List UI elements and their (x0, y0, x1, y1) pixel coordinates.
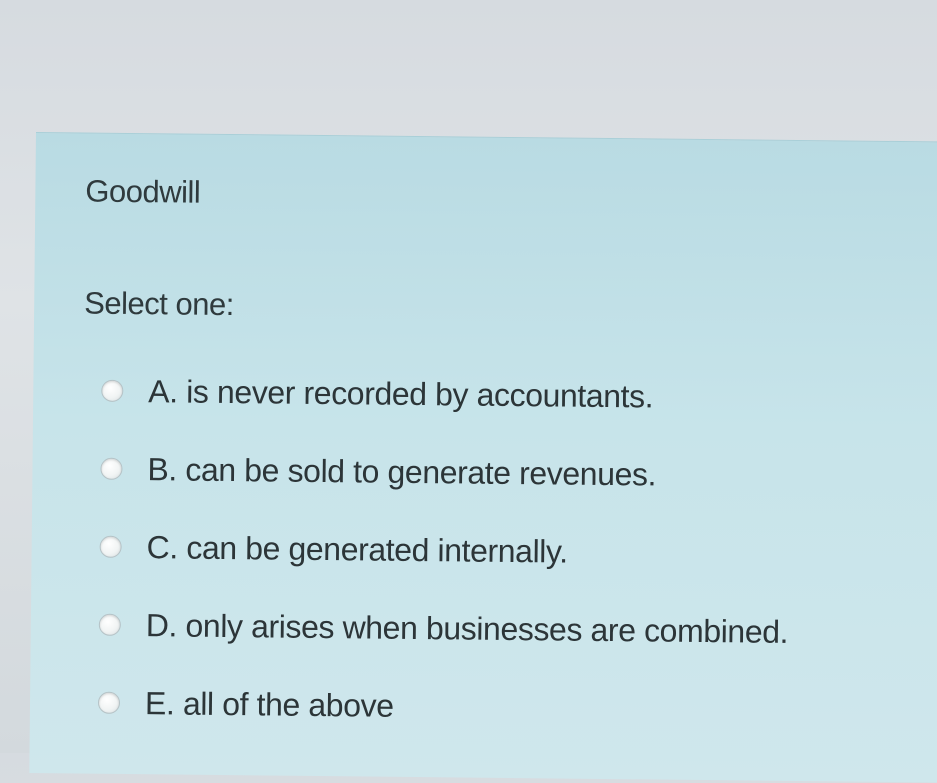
option-b-label: B. can be sold to generate revenues. (147, 450, 657, 493)
option-c[interactable]: C. can be generated internally. (99, 508, 937, 595)
select-one-prompt: Select one: (84, 285, 234, 323)
radio-button-e[interactable] (97, 691, 121, 714)
question-title: Goodwill (85, 173, 201, 210)
radio-button-d[interactable] (98, 613, 121, 636)
radio-button-c[interactable] (99, 535, 122, 558)
option-c-label: C. can be generated internally. (146, 528, 568, 570)
option-a-label: A. is never recorded by accountants. (148, 372, 654, 414)
option-d[interactable]: D. only arises when businesses are combi… (98, 586, 937, 673)
answer-options: A. is never recorded by accountants. B. … (97, 352, 937, 751)
radio-button-a[interactable] (101, 379, 124, 402)
question-panel: Goodwill Select one: A. is never recorde… (29, 132, 937, 783)
option-e[interactable]: E. all of the above (97, 664, 937, 751)
radio-button-b[interactable] (100, 457, 123, 480)
option-b[interactable]: B. can be sold to generate revenues. (100, 430, 937, 517)
option-a[interactable]: A. is never recorded by accountants. (101, 352, 937, 439)
option-d-label: D. only arises when businesses are combi… (145, 606, 789, 650)
option-e-label: E. all of the above (144, 684, 394, 724)
